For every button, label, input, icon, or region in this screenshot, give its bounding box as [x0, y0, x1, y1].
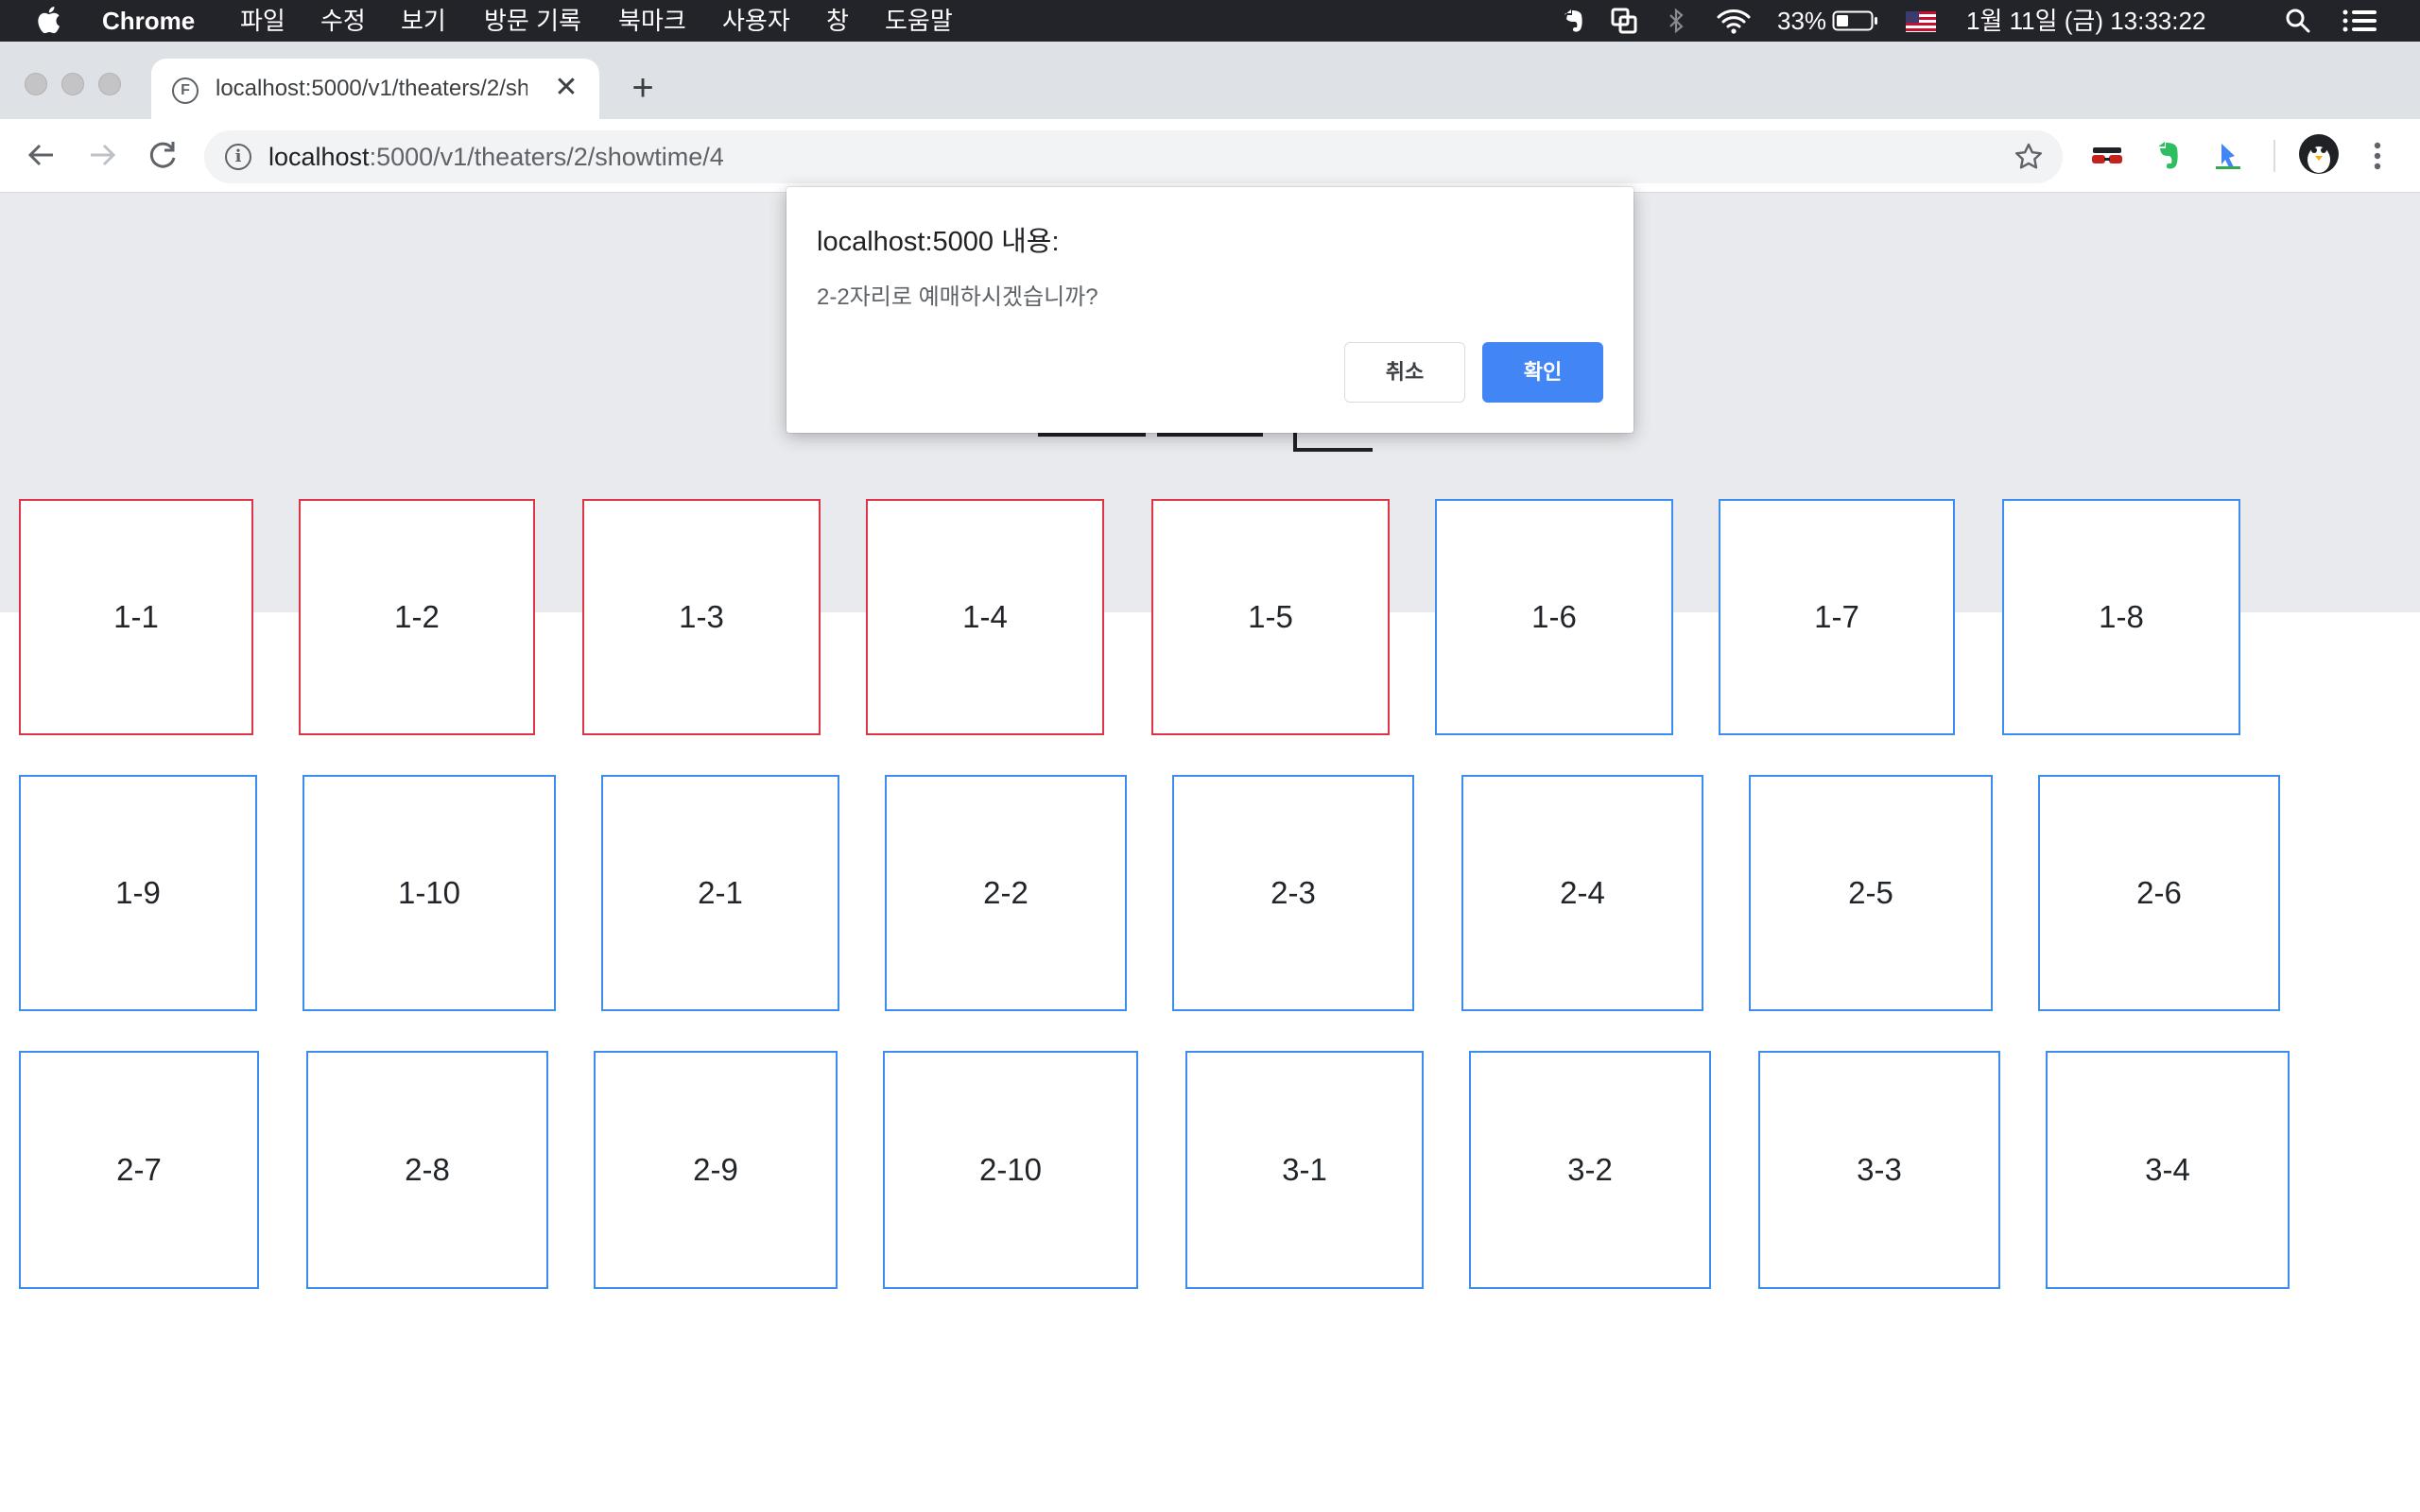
- screen-mark-left: [1038, 433, 1146, 437]
- menu-file[interactable]: 파일: [240, 0, 285, 42]
- menu-help[interactable]: 도움말: [885, 0, 953, 42]
- new-tab-button[interactable]: +: [624, 69, 662, 108]
- seat-2-3[interactable]: 2-3: [1172, 775, 1414, 1011]
- seat-1-5[interactable]: 1-5: [1151, 499, 1390, 735]
- tab-title: localhost:5000/v1/theaters/2/showtime/4: [216, 76, 527, 101]
- seat-2-2[interactable]: 2-2: [885, 775, 1127, 1011]
- seat-3-4[interactable]: 3-4: [2046, 1051, 2290, 1289]
- menu-history[interactable]: 방문 기록: [484, 0, 581, 42]
- window-minimize-button[interactable]: [61, 73, 84, 95]
- seat-2-6[interactable]: 2-6: [2038, 775, 2280, 1011]
- wifi-icon[interactable]: [1715, 0, 1753, 42]
- spotlight-search-icon[interactable]: [2284, 0, 2312, 42]
- tab-strip: F localhost:5000/v1/theaters/2/showtime/…: [0, 42, 2420, 119]
- seat-2-7[interactable]: 2-7: [19, 1051, 259, 1289]
- battery-icon[interactable]: [1832, 0, 1879, 42]
- seat-1-4[interactable]: 1-4: [866, 499, 1104, 735]
- seat-2-5[interactable]: 2-5: [1749, 775, 1993, 1011]
- menu-edit[interactable]: 수정: [320, 0, 366, 42]
- notification-center-icon[interactable]: [2342, 0, 2378, 42]
- screen-mark-right-horizontal: [1293, 448, 1373, 452]
- favicon-icon: F: [172, 77, 199, 104]
- clock[interactable]: 1월 11일 (금) 13:33:22: [1966, 0, 2205, 42]
- battery-percent: 33%: [1777, 7, 1827, 35]
- seat-3-3[interactable]: 3-3: [1758, 1051, 2000, 1289]
- seat-3-1[interactable]: 3-1: [1185, 1051, 1424, 1289]
- seat-2-10[interactable]: 2-10: [883, 1051, 1138, 1289]
- evernote-extension-icon[interactable]: [2150, 138, 2186, 174]
- menu-bar: Chrome 파일 수정 보기 방문 기록 북마크 사용자 창 도움말 33% …: [0, 0, 2420, 42]
- forward-button[interactable]: [83, 136, 121, 174]
- seat-2-4[interactable]: 2-4: [1461, 775, 1703, 1011]
- screen-mark-middle: [1157, 433, 1263, 437]
- apple-icon[interactable]: [36, 5, 60, 35]
- browser-toolbar: i localhost:5000/v1/theaters/2/showtime/…: [0, 119, 2420, 193]
- us-flag-icon[interactable]: [1906, 0, 1936, 42]
- url-text[interactable]: localhost:5000/v1/theaters/2/showtime/4: [268, 130, 724, 183]
- evernote-status-icon[interactable]: [1558, 0, 1588, 42]
- penguin-icon: [2308, 146, 2330, 173]
- screen-share-icon[interactable]: [1609, 0, 1639, 42]
- window-zoom-button[interactable]: [98, 73, 121, 95]
- seat-3-2[interactable]: 3-2: [1469, 1051, 1711, 1289]
- seat-1-1[interactable]: 1-1: [19, 499, 253, 735]
- app-menu-chrome[interactable]: Chrome: [102, 0, 195, 42]
- cancel-button[interactable]: 취소: [1344, 342, 1465, 403]
- site-info-icon[interactable]: i: [225, 144, 251, 170]
- profile-avatar[interactable]: [2299, 134, 2339, 174]
- ok-button[interactable]: 확인: [1482, 342, 1603, 403]
- seat-1-2[interactable]: 1-2: [299, 499, 535, 735]
- seat-2-8[interactable]: 2-8: [306, 1051, 548, 1289]
- menu-people[interactable]: 사용자: [722, 0, 790, 42]
- url-host: localhost: [268, 143, 370, 171]
- seat-1-6[interactable]: 1-6: [1435, 499, 1673, 735]
- browser-tab[interactable]: F localhost:5000/v1/theaters/2/showtime/…: [151, 59, 599, 119]
- seat-2-1[interactable]: 2-1: [601, 775, 839, 1011]
- seat-1-9[interactable]: 1-9: [19, 775, 257, 1011]
- translate-extension-icon[interactable]: [2210, 138, 2246, 174]
- chrome-menu-icon[interactable]: [2363, 136, 2392, 176]
- address-bar[interactable]: i localhost:5000/v1/theaters/2/showtime/…: [204, 130, 2063, 183]
- seat-1-10[interactable]: 1-10: [302, 775, 556, 1011]
- back-button[interactable]: [23, 136, 60, 174]
- dialog-title: localhost:5000 내용:: [817, 227, 1060, 257]
- menu-window[interactable]: 창: [826, 0, 849, 42]
- url-path: :5000/v1/theaters/2/showtime/4: [369, 143, 724, 171]
- bookmark-star-icon[interactable]: [2014, 142, 2044, 172]
- bluetooth-icon[interactable]: [1666, 0, 1688, 42]
- menu-bookmarks[interactable]: 북마크: [618, 0, 686, 42]
- dialog-message: 2-2자리로 예매하시겠습니까?: [817, 284, 1098, 310]
- seat-2-9[interactable]: 2-9: [594, 1051, 838, 1289]
- toolbar-separator: [2273, 140, 2275, 172]
- incognito-extension-icon[interactable]: [2089, 138, 2125, 174]
- confirm-dialog: localhost:5000 내용: 2-2자리로 예매하시겠습니까? 취소 확…: [786, 187, 1634, 433]
- window-close-button[interactable]: [25, 73, 47, 95]
- seat-1-8[interactable]: 1-8: [2002, 499, 2240, 735]
- tab-close-icon[interactable]: ✕: [550, 72, 582, 104]
- seat-1-3[interactable]: 1-3: [582, 499, 821, 735]
- menu-view[interactable]: 보기: [401, 0, 446, 42]
- seat-1-7[interactable]: 1-7: [1719, 499, 1955, 735]
- reload-button[interactable]: [144, 136, 182, 174]
